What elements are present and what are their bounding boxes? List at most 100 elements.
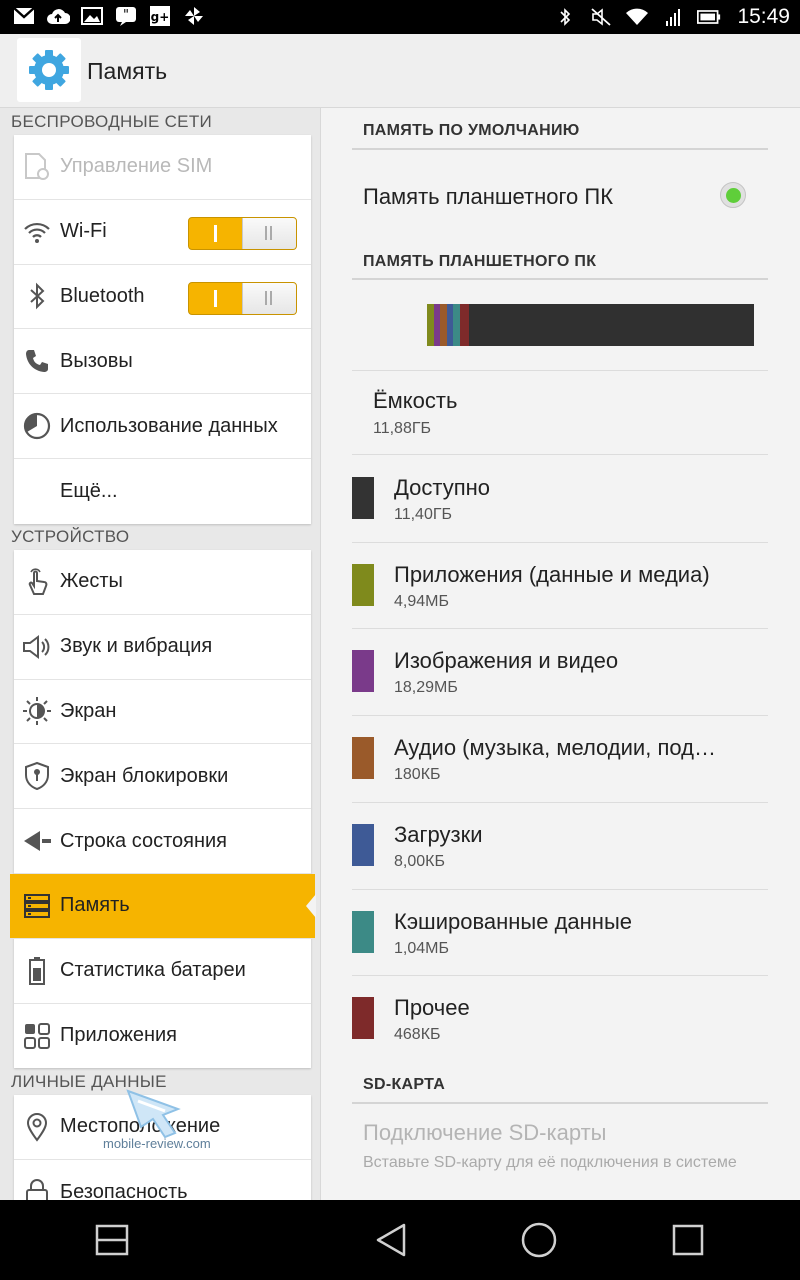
section-header-device: УСТРОЙСТВО [11, 527, 130, 546]
sidebar-item-label: Строка состояния [60, 829, 228, 852]
sidebar-item-label: Wi-Fi [60, 220, 107, 243]
item-divider [352, 628, 768, 630]
pinwheel-icon [182, 5, 206, 27]
header-divider [352, 1102, 768, 1104]
sidebar-item-lock-screen[interactable]: Экран блокировки [14, 744, 311, 810]
sd-mount-title[interactable]: Подключение SD-карты [363, 1120, 606, 1146]
sidebar-item-calls[interactable]: Вызовы [14, 329, 311, 395]
sidebar-item-label: Статистика батареи [60, 959, 246, 982]
storage-category-title[interactable]: Прочее [394, 995, 470, 1021]
gear-icon [29, 50, 69, 90]
item-divider [352, 454, 768, 455]
category-color-swatch [352, 650, 374, 693]
tablet-storage-header: ПАМЯТЬ ПЛАНШЕТНОГО ПК [363, 253, 597, 270]
category-color-swatch [352, 997, 374, 1040]
item-divider [352, 975, 768, 977]
sidebar-item-label: Экран блокировки [60, 764, 229, 787]
storage-category-title[interactable]: Загрузки [394, 822, 483, 848]
apps-icon [22, 1021, 52, 1051]
gesture-icon [22, 567, 52, 597]
wifi-toggle[interactable] [188, 216, 297, 250]
home-icon [521, 1222, 557, 1258]
storage-category-title[interactable]: Доступно [394, 475, 490, 501]
header-divider [352, 278, 768, 280]
quote-icon: " [114, 5, 138, 27]
back-button[interactable] [369, 1218, 413, 1262]
sidebar-item-label: Использование данных [60, 414, 278, 437]
brightness-icon [22, 696, 52, 726]
speaker-icon [22, 632, 52, 662]
sidebar-item-sim[interactable]: Управление SIM [14, 135, 311, 200]
sidebar-item-label: Жесты [60, 570, 123, 593]
wireless-card: Управление SIM Wi-Fi Bluetooth Вызовы Ис… [14, 135, 311, 524]
item-divider [352, 888, 768, 890]
sidebar-item-label: Звук и вибрация [60, 635, 213, 658]
svg-text:": " [123, 8, 129, 23]
storage-icon [22, 891, 52, 921]
usage-segment [459, 304, 470, 346]
home-button[interactable] [517, 1218, 561, 1262]
category-color-swatch [352, 823, 374, 866]
security-icon [22, 1177, 52, 1200]
clock: 15:49 [737, 5, 790, 28]
menu-button[interactable] [90, 1218, 134, 1262]
section-header-wireless: БЕСПРОВОДНЫЕ СЕТИ [11, 112, 213, 131]
page-title: Память [87, 58, 168, 84]
default-storage-option[interactable]: Память планшетного ПК [363, 184, 613, 210]
sidebar-item-status-bar[interactable]: Строка состояния [14, 809, 311, 874]
sidebar-item-apps[interactable]: Приложения [14, 1004, 311, 1069]
storage-category-size: 11,40ГБ [394, 506, 453, 523]
location-icon [22, 1112, 52, 1142]
sidebar-item-security[interactable]: Безопасность [14, 1160, 311, 1200]
storage-category-size: 180КБ [394, 766, 441, 784]
sidebar-item-battery[interactable]: Статистика батареи [14, 939, 311, 1004]
item-divider [352, 541, 768, 543]
sim-icon [22, 152, 52, 182]
mute-icon [589, 6, 613, 28]
bluetooth-toggle[interactable] [188, 281, 297, 315]
sidebar-item-label: Безопасность [60, 1180, 188, 1200]
sidebar-item-wifi[interactable]: Wi-Fi [14, 200, 311, 265]
sidebar-item-more[interactable]: Ещё... [14, 459, 311, 524]
lock-screen-icon [22, 761, 52, 791]
header-divider [352, 148, 768, 150]
sidebar-item-sound[interactable]: Звук и вибрация [14, 615, 311, 680]
svg-text:g+: g+ [151, 10, 170, 24]
storage-category-title[interactable]: Кэшированные данные [394, 909, 632, 935]
settings-app-icon[interactable] [17, 38, 81, 102]
sidebar-item-label: Ещё... [60, 479, 118, 502]
storage-category-size: 468КБ [394, 1026, 441, 1044]
signal-icon [661, 6, 685, 28]
sidebar-item-bluetooth[interactable]: Bluetooth [14, 265, 311, 330]
sidebar-item-data-usage[interactable]: Использование данных [14, 394, 311, 459]
default-storage-radio[interactable] [720, 182, 746, 208]
device-card: Жесты Звук и вибрация Экран Экран блокир… [10, 550, 316, 1069]
category-color-swatch [352, 910, 374, 953]
recents-button[interactable] [666, 1218, 710, 1262]
sidebar-item-gestures[interactable]: Жесты [14, 550, 311, 615]
storage-category-title[interactable]: Приложения (данные и медиа) [394, 562, 710, 588]
sidebar-item-label: Память [60, 894, 130, 917]
bluetooth-icon [22, 281, 52, 311]
storage-category-title[interactable]: Изображения и видео [394, 648, 618, 674]
storage-usage-bar [427, 304, 754, 346]
storage-category-title[interactable]: Аудио (музыка, мелодии, под… [394, 735, 716, 761]
sidebar-item-label: Вызовы [60, 349, 133, 372]
battery-status-icon [697, 6, 721, 28]
storage-detail-pane: ПАМЯТЬ ПО УМОЛЧАНИЮ Память планшетного П… [321, 108, 800, 1200]
google-plus-icon: g+ [148, 5, 172, 27]
category-color-swatch [352, 477, 374, 519]
capacity-value: 11,88ГБ [373, 420, 432, 437]
watermark-text: mobile-review.com [103, 1136, 211, 1151]
bluetooth-status-icon [553, 6, 577, 28]
sd-card-header: SD-КАРТА [363, 1076, 446, 1093]
settings-sidebar: БЕСПРОВОДНЫЕ СЕТИ Управление SIM Wi-Fi B… [0, 108, 320, 1200]
sidebar-item-storage[interactable]: Память [10, 873, 316, 939]
gmail-icon [12, 5, 36, 27]
sidebar-item-display[interactable]: Экран [14, 680, 311, 745]
storage-category-size: 1,04МБ [394, 939, 449, 957]
capacity-title: Ёмкость [373, 388, 458, 413]
sidebar-item-label: Bluetooth [60, 284, 145, 307]
cloud-upload-icon [46, 5, 70, 27]
storage-category-size: 8,00КБ [394, 852, 445, 870]
